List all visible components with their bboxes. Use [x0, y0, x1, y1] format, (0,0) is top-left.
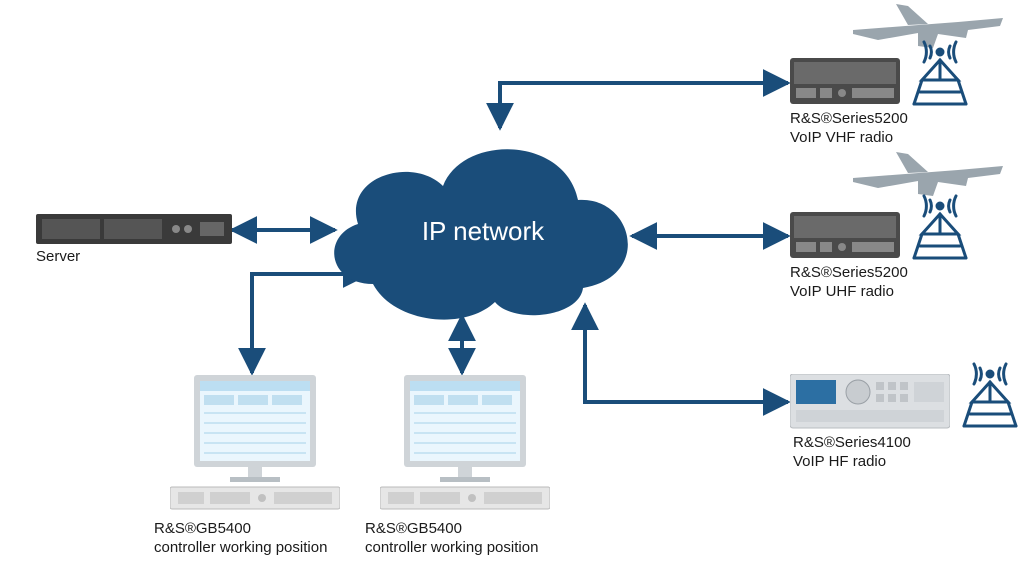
product-desc: VoIP VHF radio [790, 129, 893, 146]
product-name: R&S®GB5400 [365, 520, 462, 537]
product-name: R&S®Series5200 [790, 264, 908, 281]
radio-device [790, 212, 900, 260]
product-desc: VoIP UHF radio [790, 283, 894, 300]
radio-device [790, 58, 900, 106]
controller-workstation [170, 375, 340, 511]
antenna-icon [958, 360, 1022, 428]
product-name: R&S®Series5200 [790, 110, 908, 127]
airplane-icon [848, 148, 1008, 198]
server-label: Server [36, 248, 80, 267]
controller-label: R&S®GB5400 controller working position [154, 520, 327, 558]
radio-label: R&S®Series5200 VoIP VHF radio [790, 110, 908, 148]
radio-device-hf [790, 374, 950, 430]
radio-label: R&S®Series5200 VoIP UHF radio [790, 264, 908, 302]
radio-label: R&S®Series4100 VoIP HF radio [793, 434, 911, 472]
antenna-icon [908, 38, 972, 106]
controller-label: R&S®GB5400 controller working position [365, 520, 538, 558]
server-device [36, 214, 232, 246]
product-desc: VoIP HF radio [793, 453, 886, 470]
product-name: R&S®GB5400 [154, 520, 251, 537]
cloud-label: IP network [418, 216, 548, 247]
product-desc: controller working position [154, 539, 327, 556]
product-name: R&S®Series4100 [793, 434, 911, 451]
product-desc: controller working position [365, 539, 538, 556]
antenna-icon [908, 192, 972, 260]
controller-workstation [380, 375, 550, 511]
